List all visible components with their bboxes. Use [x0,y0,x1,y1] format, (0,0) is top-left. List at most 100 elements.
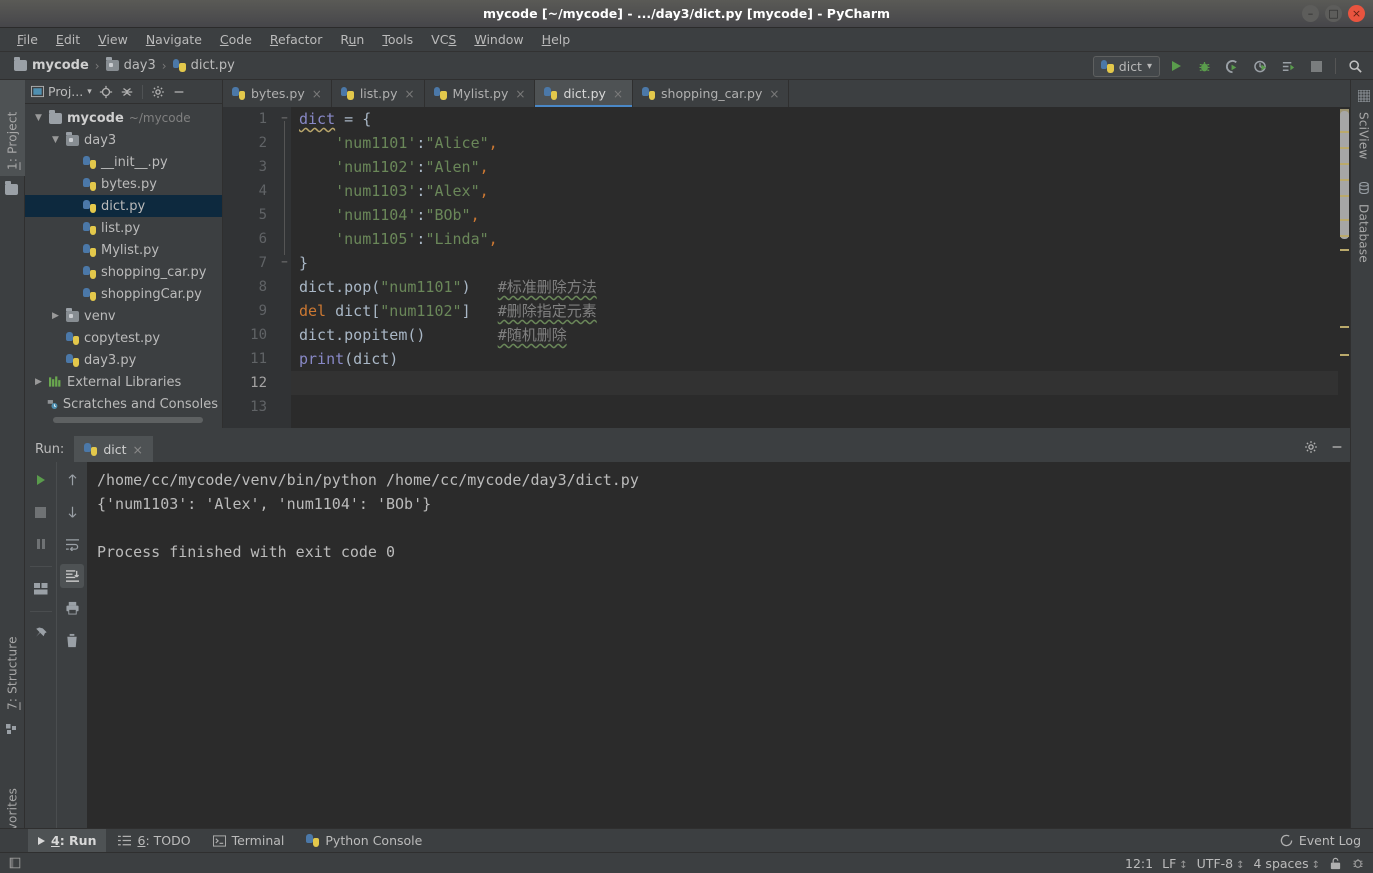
code-line[interactable]: } [291,251,1350,275]
menu-file[interactable]: File [8,30,47,49]
run-button[interactable] [1164,55,1188,77]
menu-vcs[interactable]: VCS [422,30,465,49]
caret-position[interactable]: 12:1 [1125,856,1153,871]
code-line[interactable] [291,371,1350,395]
tree-expand-arrow[interactable]: ▼ [50,135,61,145]
tree-item-day3-py[interactable]: day3.py [25,349,222,371]
tool-window-button-todo[interactable]: 6: TODO [108,829,200,853]
tool-window-button-database[interactable]: Database [1351,176,1373,276]
close-icon[interactable]: × [133,442,143,457]
close-icon[interactable]: × [312,87,322,101]
tree-item-list-py[interactable]: list.py [25,217,222,239]
up-arrow-icon[interactable] [60,468,84,492]
close-button[interactable]: × [1348,5,1365,22]
breadcrumb-item-day3[interactable]: day3 [105,57,156,73]
tool-window-button-structure[interactable]: 7: Structure [0,600,25,716]
tool-window-button-terminal[interactable]: Terminal [203,829,295,853]
layout-settings-icon[interactable] [29,577,53,601]
editor-tab-bytes-py[interactable]: bytes.py × [223,80,332,107]
code-line[interactable]: 'num1105':"Linda", [291,227,1350,251]
hide-panel-icon[interactable] [1330,440,1344,458]
tree-item-venv[interactable]: ▶ venv [25,305,222,327]
code-editor[interactable]: 1 2 3 4 5 6 7 8 9 10 11 12 13 ─ ─ dict = { 'num1101'… [223,107,1350,428]
code-line[interactable]: dict.pop("num1101") #标准删除方法 [291,275,1350,299]
console-output[interactable]: /home/cc/mycode/venv/bin/python /home/cc… [87,462,1350,828]
tree-item-day3[interactable]: ▼ day3 [25,129,222,151]
menu-edit[interactable]: Edit [47,30,89,49]
tree-item-bytes-py[interactable]: bytes.py [25,173,222,195]
tool-window-button-python-console[interactable]: Python Console [296,829,432,853]
editor-tab-list-py[interactable]: list.py × [332,80,425,107]
settings-gear-icon[interactable] [1304,440,1318,458]
search-icon[interactable] [1343,55,1367,77]
menu-navigate[interactable]: Navigate [137,30,211,49]
hide-panel-icon[interactable] [172,85,186,99]
code-line[interactable]: 'num1103':"Alex", [291,179,1350,203]
down-arrow-icon[interactable] [60,500,84,524]
code-line[interactable]: 'num1104':"BOb", [291,203,1350,227]
menu-tools[interactable]: Tools [373,30,422,49]
code-line[interactable]: dict = { [291,107,1350,131]
editor-gutter[interactable]: 1 2 3 4 5 6 7 8 9 10 11 12 13 ─ ─ [223,107,291,428]
indent-selector[interactable]: 4 spaces [1254,856,1321,871]
python-interpreter-icon[interactable] [1351,856,1365,870]
editor-tab-dict-py[interactable]: dict.py × [535,80,634,107]
stop-icon[interactable] [1304,55,1328,77]
code-line[interactable]: 'num1101':"Alice", [291,131,1350,155]
event-log-button[interactable]: Event Log [1280,833,1361,848]
close-icon[interactable]: × [404,87,414,101]
menu-help[interactable]: Help [533,30,580,49]
code-line[interactable]: 'num1102':"Alen", [291,155,1350,179]
pause-button[interactable] [29,532,53,556]
tool-window-button-run[interactable]: 4: Run [28,828,107,853]
tree-item-shoppingcar-py[interactable]: shoppingCar.py [25,283,222,305]
code-line[interactable]: print(dict) [291,347,1350,371]
tree-item-external-libraries[interactable]: ▶ External Libraries [25,371,222,393]
project-view-selector[interactable]: Proj... ▾ [31,84,92,99]
maximize-button[interactable]: □ [1325,5,1342,22]
tool-window-button-project[interactable]: 1: Project [0,80,25,176]
tree-expand-arrow[interactable]: ▶ [50,311,61,321]
code-text[interactable]: dict = { 'num1101':"Alice", 'num1102':"A… [291,107,1350,428]
encoding-selector[interactable]: UTF-8 [1197,856,1245,871]
tree-item-mycode[interactable]: ▼ mycode ~/mycode [25,107,222,129]
run-with-coverage-icon[interactable] [1220,55,1244,77]
menu-view[interactable]: View [89,30,137,49]
trash-icon[interactable] [60,628,84,652]
close-icon[interactable]: × [613,87,623,101]
soft-wrap-icon[interactable] [60,532,84,556]
minimize-button[interactable]: – [1302,5,1319,22]
tree-item-shopping_car-py[interactable]: shopping_car.py [25,261,222,283]
run-configuration-selector[interactable]: dict ▾ [1092,55,1160,77]
menu-window[interactable]: Window [465,30,532,49]
close-icon[interactable]: × [769,87,779,101]
code-line[interactable]: del dict["num1102"] #删除指定元素 [291,299,1350,323]
line-separator-selector[interactable]: LF [1162,856,1188,871]
editor-tab-Mylist-py[interactable]: Mylist.py × [425,80,536,107]
scroll-to-end-icon[interactable] [60,564,84,588]
tree-expand-arrow[interactable]: ▶ [33,377,44,387]
pin-tab-icon[interactable] [29,622,53,646]
menu-run[interactable]: Run [331,30,373,49]
print-icon[interactable] [60,596,84,620]
close-icon[interactable]: × [515,87,525,101]
tree-item-dict-py[interactable]: dict.py [25,195,222,217]
code-line[interactable]: dict.popitem() #随机删除 [291,323,1350,347]
toggle-toolbar-icon[interactable] [8,856,22,870]
breadcrumb-item-file[interactable]: dict.py [172,58,235,73]
code-line[interactable] [291,395,1350,419]
project-tree[interactable]: ▼ mycode ~/mycode ▼ day3 __init__.py byt… [25,104,222,426]
tree-item-mylist-py[interactable]: Mylist.py [25,239,222,261]
rerun-button[interactable] [29,468,53,492]
menu-code[interactable]: Code [211,30,261,49]
menu-refactor[interactable]: Refactor [261,30,331,49]
scroll-from-source-icon[interactable] [99,85,113,99]
collapse-all-icon[interactable] [120,85,134,99]
stop-button[interactable] [29,500,53,524]
editor-tab-shopping_car-py[interactable]: shopping_car.py × [633,80,790,107]
tree-item-copytest-py[interactable]: copytest.py [25,327,222,349]
breadcrumb-item-project[interactable]: mycode [14,57,89,73]
run-session-tab[interactable]: dict × [74,436,153,462]
tree-item-__init__-py[interactable]: __init__.py [25,151,222,173]
debug-icon[interactable] [1192,55,1216,77]
